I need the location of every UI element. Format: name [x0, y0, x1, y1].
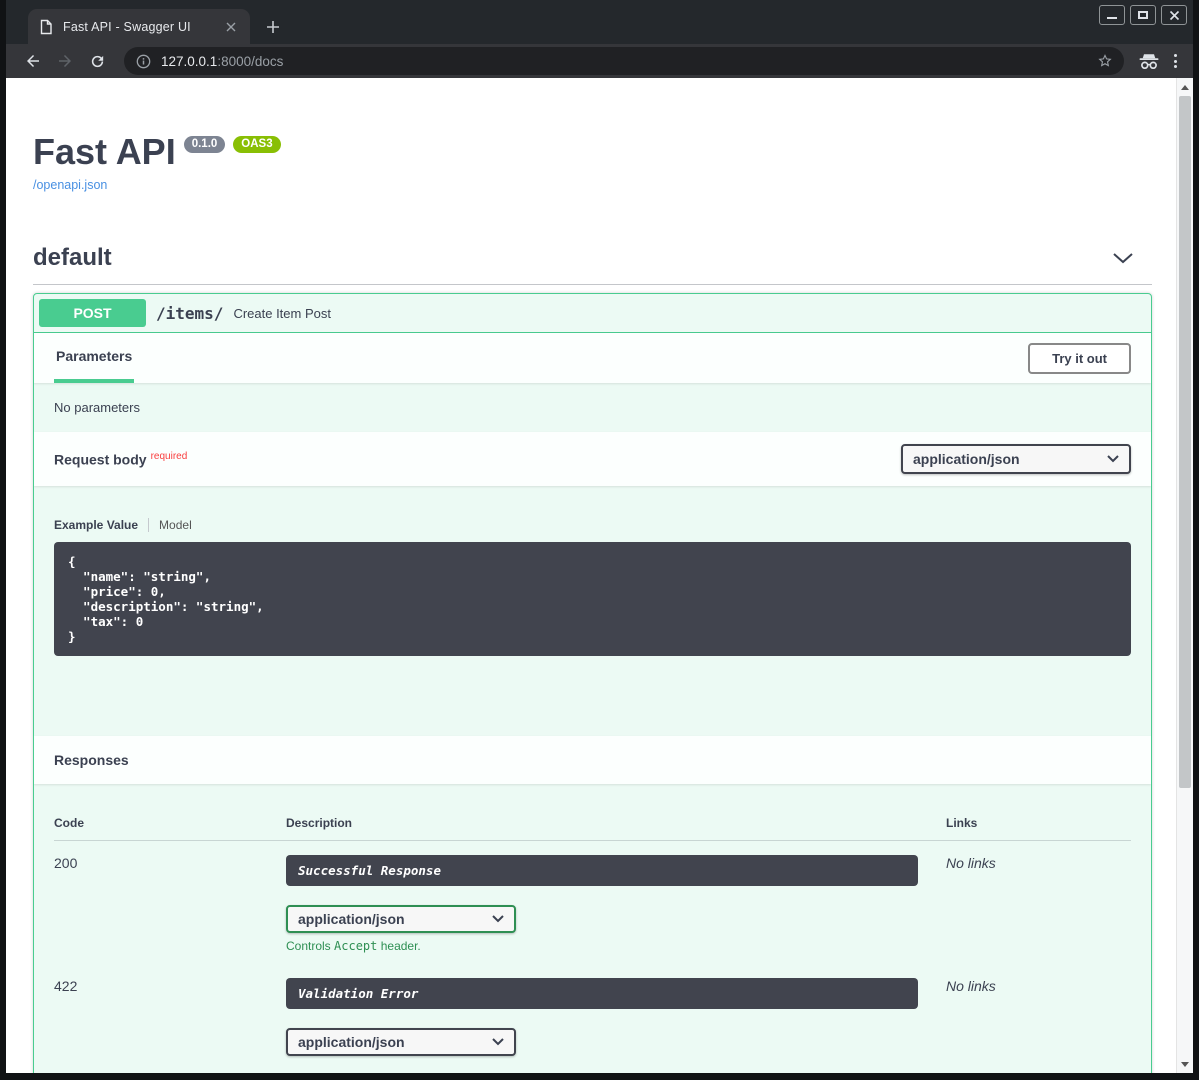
no-parameters-message: No parameters — [34, 383, 1151, 432]
tag-name: default — [33, 244, 112, 272]
forward-button[interactable] — [52, 48, 78, 74]
new-tab-button[interactable] — [258, 12, 288, 42]
menu-icon[interactable] — [1174, 54, 1177, 68]
response-code-200: 200 — [54, 841, 286, 953]
reload-icon — [89, 53, 106, 70]
url-text: 127.0.0.1:8000/docs — [161, 54, 1086, 69]
browser-window: Fast API - Swagger UI — [0, 0, 1199, 1080]
response-422-description: Validation Error — [286, 978, 918, 1009]
response-422-links: No links — [946, 964, 1131, 1073]
tag-section-default[interactable]: default — [33, 244, 1152, 285]
request-body-header: Request bodyrequired application/json — [34, 432, 1151, 486]
operation-summary[interactable]: POST /items/ Create Item Post — [34, 294, 1151, 333]
back-button[interactable] — [20, 48, 46, 74]
api-info: Fast API 0.1.0 OAS3 /openapi.json — [33, 78, 1152, 194]
response-200-links: No links — [946, 841, 1131, 953]
tab-strip: Fast API - Swagger UI — [6, 0, 1193, 44]
minimize-button[interactable] — [1099, 5, 1125, 25]
maximize-icon — [1138, 11, 1148, 19]
operation-description: Create Item Post — [233, 306, 331, 321]
api-title-text: Fast API — [33, 131, 176, 173]
chevron-down-icon — [492, 1038, 504, 1046]
response-200-description-cell: Successful Response application/json Con… — [286, 841, 946, 953]
chevron-down-icon — [1107, 455, 1119, 463]
oas-badge: OAS3 — [233, 136, 280, 153]
try-it-out-button[interactable]: Try it out — [1028, 343, 1131, 374]
openapi-json-link[interactable]: /openapi.json — [33, 178, 107, 192]
opblock-post-items: POST /items/ Create Item Post Parameters… — [33, 293, 1152, 1073]
response-content-type-select-422[interactable]: application/json — [286, 1028, 516, 1056]
forward-arrow-icon — [56, 52, 74, 70]
swagger-page: Fast API 0.1.0 OAS3 /openapi.json defaul… — [6, 78, 1176, 1073]
document-icon — [38, 19, 54, 35]
scrollbar-thumb[interactable] — [1179, 96, 1191, 788]
address-bar[interactable]: 127.0.0.1:8000/docs — [124, 47, 1124, 75]
parameters-header: Parameters Try it out — [34, 333, 1151, 383]
reload-button[interactable] — [84, 48, 110, 74]
window-controls — [1099, 5, 1187, 25]
site-info-icon[interactable] — [136, 54, 151, 69]
column-links: Links — [946, 804, 1131, 841]
tab-model[interactable]: Model — [148, 518, 192, 532]
page-viewport: Fast API 0.1.0 OAS3 /openapi.json defaul… — [6, 78, 1193, 1073]
example-model-tabs: Example Value Model — [54, 518, 1131, 532]
page-title: Fast API 0.1.0 OAS3 — [33, 131, 1152, 173]
browser-tab[interactable]: Fast API - Swagger UI — [28, 9, 250, 44]
response-200-description: Successful Response — [286, 855, 918, 886]
response-422-description-cell: Validation Error application/json Exampl… — [286, 964, 946, 1073]
tab-example-value[interactable]: Example Value — [54, 518, 148, 532]
column-description: Description — [286, 804, 946, 841]
back-arrow-icon — [24, 52, 42, 70]
browser-toolbar: 127.0.0.1:8000/docs — [6, 44, 1193, 78]
request-body-title: Request bodyrequired — [54, 451, 187, 468]
required-label: required — [151, 451, 188, 462]
close-icon — [1169, 10, 1180, 21]
tab-title: Fast API - Swagger UI — [63, 20, 213, 34]
controls-accept-note: Controls Accept header. — [286, 939, 946, 953]
scroll-up-arrow[interactable] — [1177, 79, 1193, 95]
scroll-down-arrow[interactable] — [1177, 1056, 1193, 1072]
method-badge: POST — [39, 299, 146, 327]
request-content-type-select[interactable]: application/json — [901, 444, 1131, 474]
responses-header: Responses — [34, 736, 1151, 784]
request-body-section: Example Value Model { "name": "string", … — [34, 486, 1151, 736]
responses-table: Code Description Links 200 Successful Re… — [54, 804, 1131, 1073]
column-code: Code — [54, 804, 286, 841]
responses-section: Code Description Links 200 Successful Re… — [34, 784, 1151, 1073]
response-content-type-select-200[interactable]: application/json — [286, 905, 516, 933]
tab-close-icon[interactable] — [222, 18, 240, 36]
scrollbar[interactable] — [1176, 78, 1193, 1073]
close-button[interactable] — [1161, 5, 1187, 25]
minimize-icon — [1107, 17, 1117, 19]
incognito-icon — [1138, 53, 1160, 70]
response-code-422: 422 — [54, 964, 286, 1073]
operation-path: /items/ — [156, 304, 223, 323]
version-badge: 0.1.0 — [184, 136, 226, 153]
toolbar-right — [1138, 53, 1183, 70]
request-example-code: { "name": "string", "price": 0, "descrip… — [54, 542, 1131, 656]
maximize-button[interactable] — [1130, 5, 1156, 25]
tab-parameters[interactable]: Parameters — [54, 333, 134, 383]
bookmark-star-icon[interactable] — [1096, 52, 1114, 70]
chevron-down-icon[interactable] — [1112, 252, 1134, 264]
chevron-down-icon — [492, 915, 504, 923]
